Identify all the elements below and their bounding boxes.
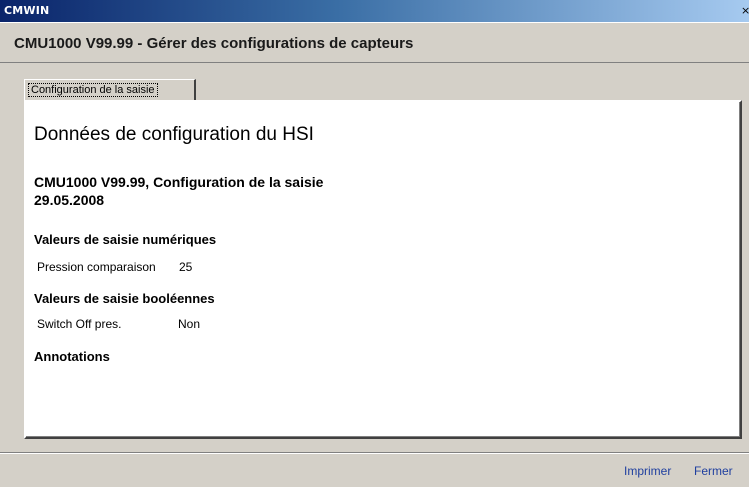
content-panel: Données de configuration du HSI CMU1000 …: [24, 100, 742, 439]
window-title: CMWIN: [4, 4, 50, 17]
footer-bar: Imprimer Fermer: [0, 453, 749, 487]
document-title: Données de configuration du HSI: [34, 124, 314, 145]
boolean-row-value: Non: [178, 317, 201, 331]
section-heading-boolean: Valeurs de saisie booléennes: [34, 291, 215, 306]
section-heading-numeric: Valeurs de saisie numériques: [34, 232, 217, 247]
tab-configuration-de-la-saisie[interactable]: Configuration de la saisie: [24, 79, 196, 100]
close-link[interactable]: Fermer: [694, 464, 733, 478]
boolean-row-label: Switch Off pres.: [37, 317, 122, 331]
header-divider: [0, 62, 749, 63]
numeric-row-label: Pression comparaison: [37, 260, 156, 274]
page-header: CMU1000 V99.99 - Gérer des configuration…: [0, 22, 749, 63]
window-title-bar[interactable]: CMWIN ×: [0, 0, 749, 22]
content-panel-inner: Données de configuration du HSI CMU1000 …: [26, 102, 740, 437]
close-icon[interactable]: ×: [741, 3, 749, 19]
print-link[interactable]: Imprimer: [624, 464, 671, 478]
application-window: CMWIN × CMU1000 V99.99 - Gérer des confi…: [0, 0, 749, 487]
section-heading-annotations: Annotations: [34, 349, 110, 364]
document-date: 29.05.2008: [34, 192, 105, 208]
numeric-row-value: 25: [179, 260, 193, 274]
tab-label: Configuration de la saisie: [28, 83, 158, 97]
document-subtitle: CMU1000 V99.99, Configuration de la sais…: [34, 174, 324, 190]
page-title: CMU1000 V99.99 - Gérer des configuration…: [14, 35, 414, 52]
